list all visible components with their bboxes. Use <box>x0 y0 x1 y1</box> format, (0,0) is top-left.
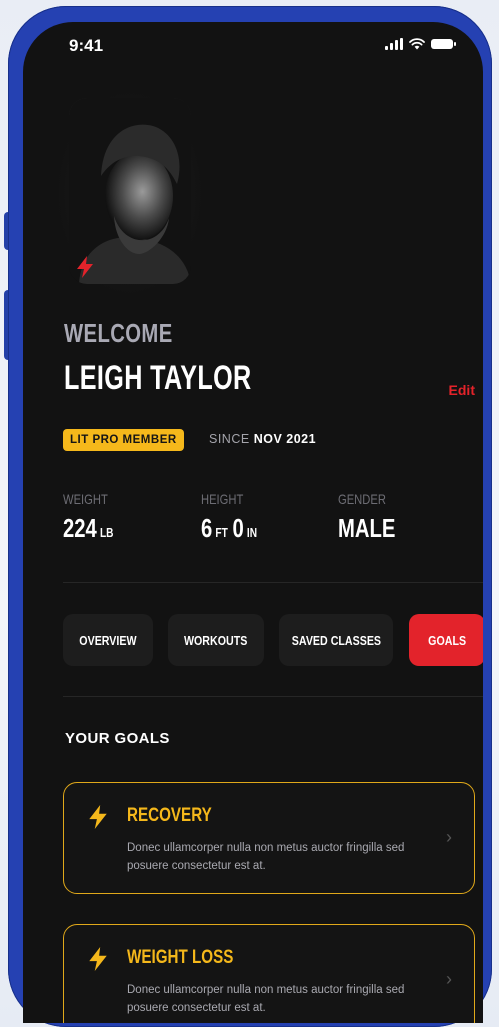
goal-title: WEIGHT LOSS <box>127 947 234 968</box>
tab-overview[interactable]: OVERVIEW <box>63 614 153 666</box>
stat-label: HEIGHT <box>201 491 244 507</box>
divider <box>63 696 483 697</box>
goal-description: Donec ullamcorper nulla non metus auctor… <box>127 842 405 872</box>
bolt-icon <box>89 805 107 829</box>
member-since: SINCE NOV 2021 <box>209 432 316 446</box>
stat-value: 6 FT 0 IN <box>201 513 258 543</box>
stat-label: GENDER <box>338 491 386 507</box>
user-name: LEIGH TAYLOR <box>64 359 252 397</box>
goal-card-weight-loss[interactable]: WEIGHT LOSS Donec ullamcorper nulla non … <box>63 924 475 1023</box>
divider <box>63 582 483 583</box>
stat-weight: WEIGHT 224 LB <box>63 491 134 544</box>
tab-goals[interactable]: GOALS <box>409 614 483 666</box>
goal-description: Donec ullamcorper nulla non metus auctor… <box>127 984 405 1014</box>
app-screen: 9:41 WELCOME LEIGH TAYLOR Edit LIT PRO M… <box>23 22 483 1023</box>
edit-profile-link[interactable]: Edit <box>449 382 475 398</box>
battery-icon <box>431 39 456 49</box>
chevron-right-icon: › <box>446 827 452 847</box>
goal-title: RECOVERY <box>127 805 212 826</box>
stat-value: MALE <box>338 513 396 543</box>
stat-label: WEIGHT <box>63 491 108 507</box>
goal-card-recovery[interactable]: RECOVERY Donec ullamcorper nulla non met… <box>63 782 475 894</box>
since-value: NOV 2021 <box>253 432 317 446</box>
wifi-icon <box>409 38 425 50</box>
stat-gender: GENDER MALE <box>338 491 412 544</box>
stat-height: HEIGHT 6 FT 0 IN <box>201 491 279 544</box>
goals-heading: YOUR GOALS <box>65 730 170 747</box>
since-label: SINCE <box>209 432 250 446</box>
status-time: 9:41 <box>69 36 104 55</box>
bolt-icon <box>77 256 93 278</box>
tab-workouts[interactable]: WORKOUTS <box>168 614 264 666</box>
stat-value: 224 LB <box>63 513 114 543</box>
membership-badge: LIT PRO MEMBER <box>63 429 184 451</box>
status-icons <box>385 38 456 50</box>
welcome-label: WELCOME <box>64 318 173 348</box>
tab-saved-classes[interactable]: SAVED CLASSES <box>279 614 393 666</box>
phone-frame: 9:41 WELCOME LEIGH TAYLOR Edit LIT PRO M… <box>8 6 492 1027</box>
signal-icon <box>385 38 403 50</box>
chevron-right-icon: › <box>446 969 452 989</box>
bolt-icon <box>89 947 107 971</box>
